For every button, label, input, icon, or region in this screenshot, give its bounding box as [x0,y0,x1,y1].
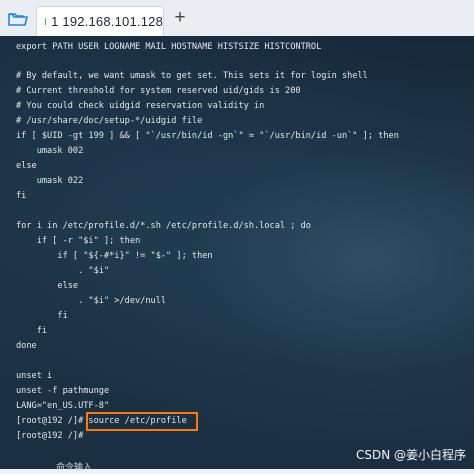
terminal-line: unset i [16,369,52,383]
folder-icon [8,11,28,27]
terminal-line: export PATH USER LOGNAME MAIL HOSTNAME H… [16,40,321,54]
terminal-line: [root@192 /]# [16,429,88,443]
terminal-line: umask 022 [16,174,83,188]
terminal-line: else [16,159,37,173]
terminal-line: . "$i" >/dev/null [16,294,166,308]
terminal-line: # You could check uidgid reservation val… [16,99,264,113]
terminal-line: fi [16,189,26,203]
terminal-line: . "$i" [16,264,109,278]
terminal-output[interactable]: export PATH USER LOGNAME MAIL HOSTNAME H… [0,36,474,469]
tab-bar: 1 192.168.101.128 + [0,0,474,37]
terminal-line: if [ "${-#*i}" != "$-" ]; then [16,249,213,263]
terminal-line: if [ -r "$i" ]; then [16,234,140,248]
terminal-line: # Current threshold for system reserved … [16,84,301,98]
terminal-line: # /usr/share/doc/setup-*/uidgid file [16,114,202,128]
terminal-line: umask 002 [16,144,83,158]
tab-label: 1 192.168.101.128 [51,14,163,29]
terminal-line: done [16,339,37,353]
terminal-line: fi [16,324,47,338]
partial-input-hint: 命令输入 [56,460,92,474]
add-tab-button[interactable]: + [172,8,188,28]
terminal-line: fi [16,309,68,323]
folder-button[interactable] [6,9,30,29]
terminal-line: LANG="en_US.UTF-8" [16,399,109,413]
terminal-line: unset -f pathmunge [16,384,109,398]
terminal-line: if [ $UID -gt 199 ] && [ "`/usr/bin/id -… [16,129,399,143]
csdn-watermark: CSDN @姜小白程序 [356,446,466,463]
session-tab[interactable]: 1 192.168.101.128 [36,6,164,36]
terminal-line: for i in /etc/profile.d/*.sh /etc/profil… [16,219,311,233]
terminal-line: else [16,279,78,293]
terminal-line: # By default, we want umask to get set. … [16,69,368,83]
command-highlight-box [86,412,198,431]
